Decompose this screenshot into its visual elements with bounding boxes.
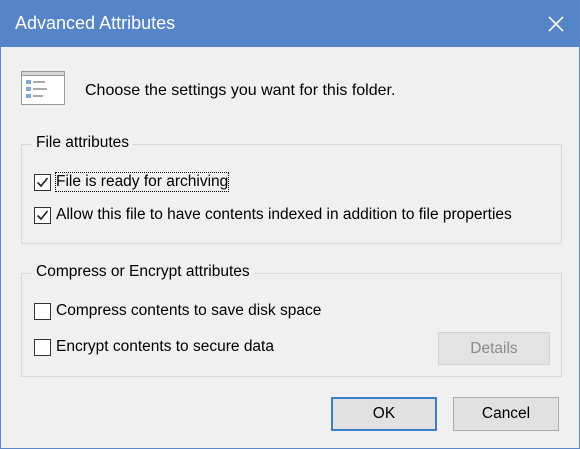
encrypt-checkbox[interactable]	[34, 339, 51, 356]
compress-encrypt-label: Compress or Encrypt attributes	[32, 263, 254, 281]
ok-button[interactable]: OK	[331, 397, 437, 431]
advanced-attributes-dialog: Advanced Attributes Choose the settings …	[0, 0, 580, 449]
file-attributes-label: File attributes	[32, 134, 134, 152]
archive-checkbox-label[interactable]: File is ready for archiving	[54, 172, 230, 192]
index-checkbox-label[interactable]: Allow this file to have contents indexed…	[56, 206, 512, 224]
archive-checkbox[interactable]	[34, 174, 51, 191]
dialog-title: Advanced Attributes	[15, 13, 176, 33]
compress-encrypt-group: Compress or Encrypt attributes Compress …	[21, 263, 562, 377]
header-row: Choose the settings you want for this fo…	[21, 71, 541, 111]
encrypt-checkbox-label[interactable]: Encrypt contents to secure data	[56, 338, 274, 356]
header-text: Choose the settings you want for this fo…	[85, 82, 396, 99]
compress-checkbox-label[interactable]: Compress contents to save disk space	[56, 302, 321, 320]
close-button[interactable]	[533, 1, 579, 47]
folder-settings-icon	[21, 71, 65, 105]
index-checkbox[interactable]	[34, 207, 51, 224]
compress-checkbox[interactable]	[34, 303, 51, 320]
cancel-button[interactable]: Cancel	[453, 397, 559, 431]
details-button[interactable]: Details	[438, 332, 550, 365]
checkmark-icon	[36, 210, 49, 221]
file-attributes-group: File attributes File is ready for archiv…	[21, 134, 562, 244]
close-icon	[548, 16, 564, 32]
checkmark-icon	[36, 177, 49, 188]
title-bar: Advanced Attributes	[1, 1, 579, 47]
